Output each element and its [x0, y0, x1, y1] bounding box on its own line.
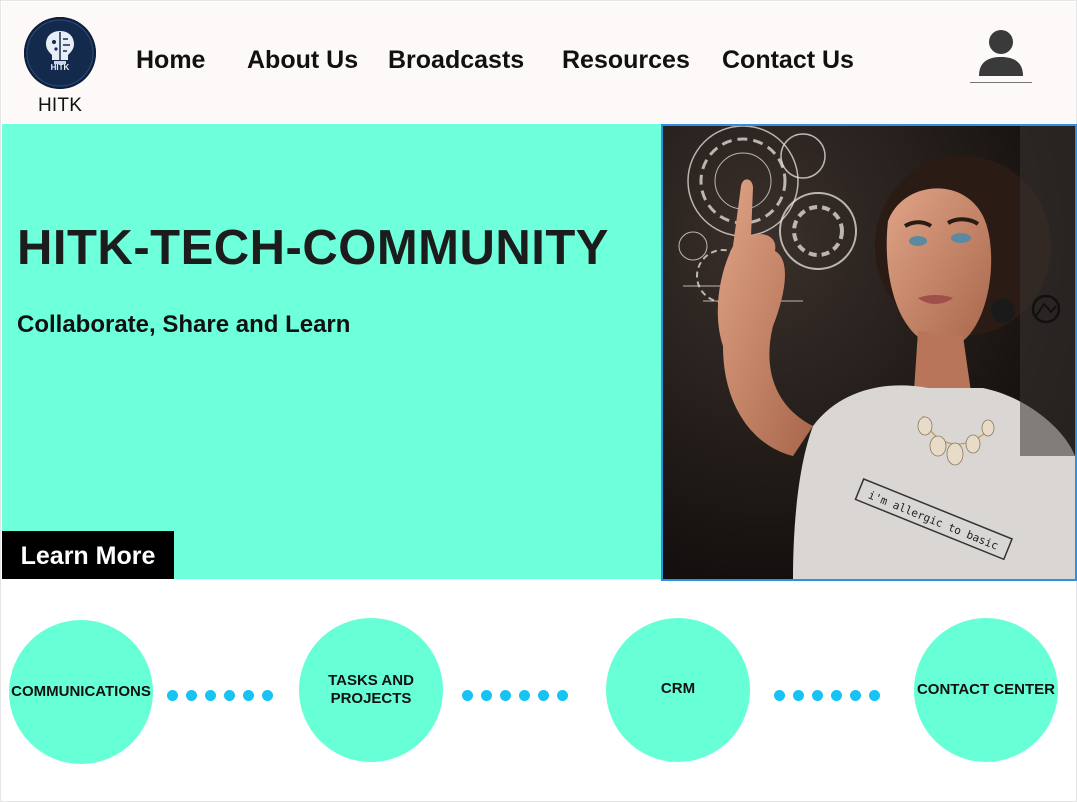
hero-image: i'm allergic to basic [661, 124, 1077, 581]
site-header: HITK HITK Home About Us Broadcasts Resou… [2, 2, 1076, 123]
connector-dot [519, 690, 530, 701]
learn-more-button[interactable]: Learn More [2, 531, 174, 579]
connector-dot [557, 690, 568, 701]
user-icon [979, 30, 1023, 76]
hero-title: HITK-TECH-COMMUNITY [17, 221, 609, 275]
page-frame: HITK HITK Home About Us Broadcasts Resou… [0, 0, 1077, 802]
nav-contact-us[interactable]: Contact Us [722, 46, 854, 75]
profile-button[interactable] [970, 26, 1032, 83]
connector-dot [186, 690, 197, 701]
hero-subtitle: Collaborate, Share and Learn [17, 311, 351, 338]
connector-dot [167, 690, 178, 701]
connector-dot [262, 690, 273, 701]
nav-broadcasts[interactable]: Broadcasts [388, 46, 524, 75]
nav-resources[interactable]: Resources [562, 46, 690, 75]
hero-banner: HITK-TECH-COMMUNITY Collaborate, Share a… [2, 124, 661, 579]
logo-caption: HITK [38, 95, 83, 116]
nav-home[interactable]: Home [136, 46, 205, 75]
connector-dot [869, 690, 880, 701]
connector-dot [793, 690, 804, 701]
feature-contact-center[interactable]: CONTACT CENTER [914, 618, 1058, 762]
connector-dot [481, 690, 492, 701]
connector-dot [538, 690, 549, 701]
feature-crm[interactable]: CRM [606, 618, 750, 762]
connector-dot [831, 690, 842, 701]
connector-dot [243, 690, 254, 701]
logo-text: HITK [50, 63, 70, 72]
connector-dot [205, 690, 216, 701]
connector-dot [500, 690, 511, 701]
connector-dot [462, 690, 473, 701]
feature-tasks-and-projects[interactable]: TASKS AND PROJECTS [299, 618, 443, 762]
connector-dot [812, 690, 823, 701]
logo[interactable]: HITK [24, 17, 96, 89]
connector-dot [774, 690, 785, 701]
connector-dot [850, 690, 861, 701]
feature-communications[interactable]: COMMUNICATIONS [9, 620, 153, 764]
nav-about-us[interactable]: About Us [247, 46, 358, 75]
connector-dot [224, 690, 235, 701]
lightbulb-brain-icon [26, 19, 94, 87]
woman-hologram-photo: i'm allergic to basic [663, 126, 1075, 579]
